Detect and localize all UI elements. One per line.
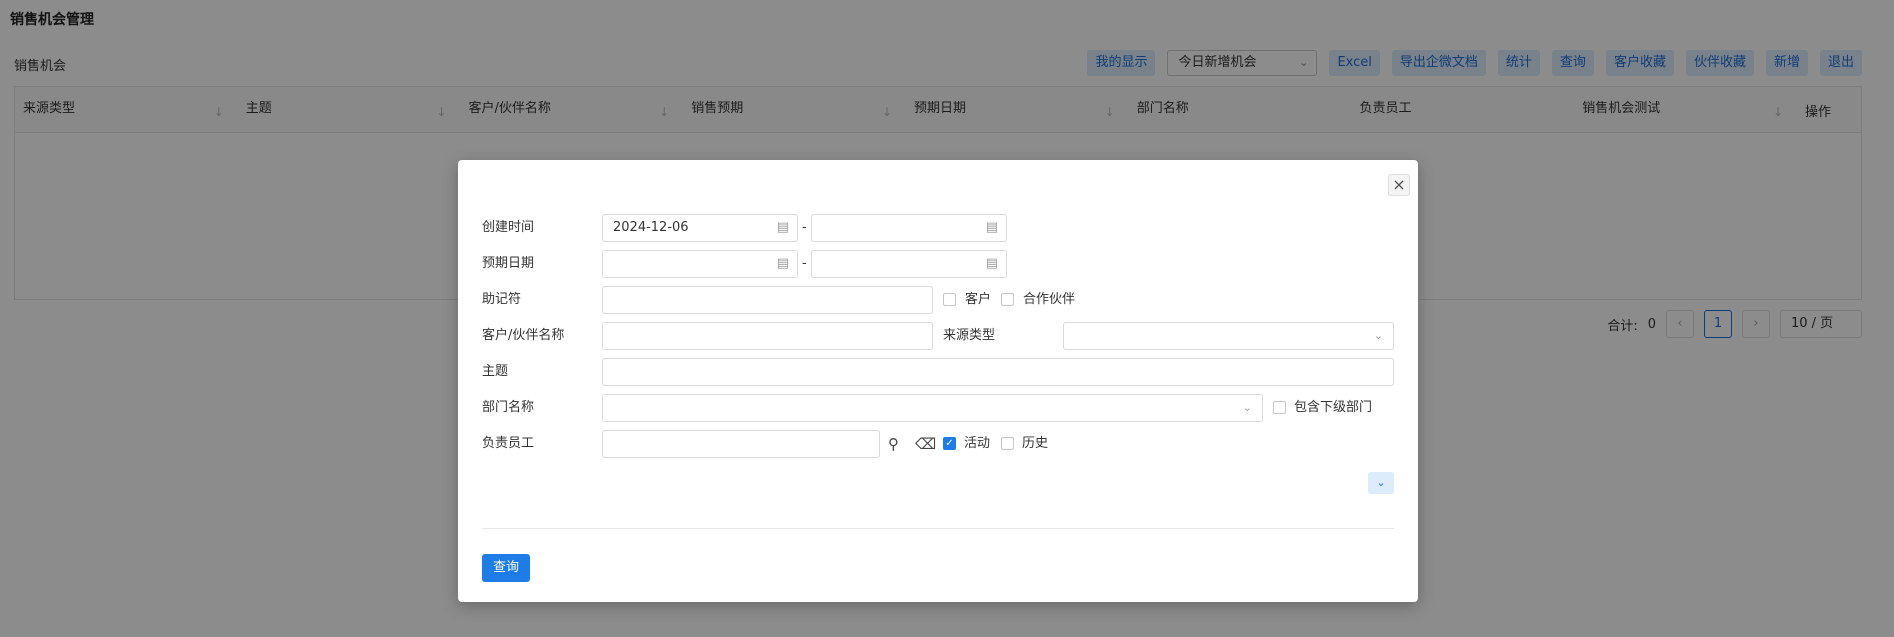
calendar-icon: ▤ bbox=[985, 256, 998, 271]
range-separator: - bbox=[802, 256, 807, 271]
customer-checkbox-label: 客户 bbox=[965, 292, 992, 307]
department-label: 部门名称 bbox=[482, 400, 535, 415]
chevron-down-icon: ⌄ bbox=[1376, 476, 1386, 489]
source-type-label: 来源类型 bbox=[943, 328, 996, 343]
dialog-query-button[interactable]: 查询 bbox=[482, 554, 530, 582]
partner-checkbox-label: 合作伙伴 bbox=[1023, 292, 1076, 307]
active-checkbox-label: 活动 bbox=[964, 436, 991, 451]
expected-date-end-input[interactable]: ▤ bbox=[811, 250, 1007, 278]
close-button[interactable]: × bbox=[1388, 174, 1410, 196]
mnemonic-input[interactable] bbox=[602, 286, 933, 314]
source-type-select[interactable]: ⌄ bbox=[1063, 322, 1394, 350]
close-icon: × bbox=[1392, 175, 1406, 194]
include-sub-dept-checkbox[interactable] bbox=[1273, 401, 1286, 414]
partner-checkbox[interactable] bbox=[1001, 293, 1014, 306]
expand-button[interactable]: ⌄ bbox=[1368, 472, 1394, 494]
create-time-start-input[interactable]: 2024-12-06 ▤ bbox=[602, 214, 798, 242]
calendar-icon: ▤ bbox=[776, 220, 789, 235]
subject-input[interactable] bbox=[602, 358, 1394, 386]
customer-checkbox[interactable] bbox=[943, 293, 956, 306]
staff-label: 负责员工 bbox=[482, 436, 535, 451]
history-checkbox[interactable] bbox=[1001, 437, 1014, 450]
staff-input[interactable] bbox=[602, 430, 880, 458]
name-label: 客户/伙伴名称 bbox=[482, 328, 565, 343]
calendar-icon: ▤ bbox=[776, 256, 789, 271]
department-select[interactable]: ⌄ bbox=[602, 394, 1263, 422]
calendar-icon: ▤ bbox=[985, 220, 998, 235]
create-time-label: 创建时间 bbox=[482, 220, 535, 235]
expected-date-start-input[interactable]: ▤ bbox=[602, 250, 798, 278]
mnemonic-label: 助记符 bbox=[482, 292, 522, 307]
range-separator: - bbox=[802, 220, 807, 235]
chevron-down-icon: ⌄ bbox=[1242, 401, 1252, 414]
expected-date-label: 预期日期 bbox=[482, 256, 535, 271]
create-time-start-value: 2024-12-06 bbox=[613, 220, 689, 235]
create-time-end-input[interactable]: ▤ bbox=[811, 214, 1007, 242]
active-checkbox[interactable]: ✓ bbox=[943, 437, 956, 450]
name-input[interactable] bbox=[602, 322, 933, 350]
subject-label: 主题 bbox=[482, 364, 509, 379]
divider bbox=[482, 528, 1394, 529]
chevron-down-icon: ⌄ bbox=[1373, 329, 1383, 342]
history-checkbox-label: 历史 bbox=[1022, 436, 1049, 451]
include-sub-dept-label: 包含下级部门 bbox=[1294, 400, 1373, 415]
eraser-icon[interactable]: ⌫ bbox=[915, 430, 936, 458]
search-icon[interactable]: ⚲ bbox=[888, 430, 899, 458]
search-dialog: × 创建时间 2024-12-06 ▤ - ▤ 预期日期 ▤ - ▤ 助记符 客… bbox=[458, 160, 1418, 602]
